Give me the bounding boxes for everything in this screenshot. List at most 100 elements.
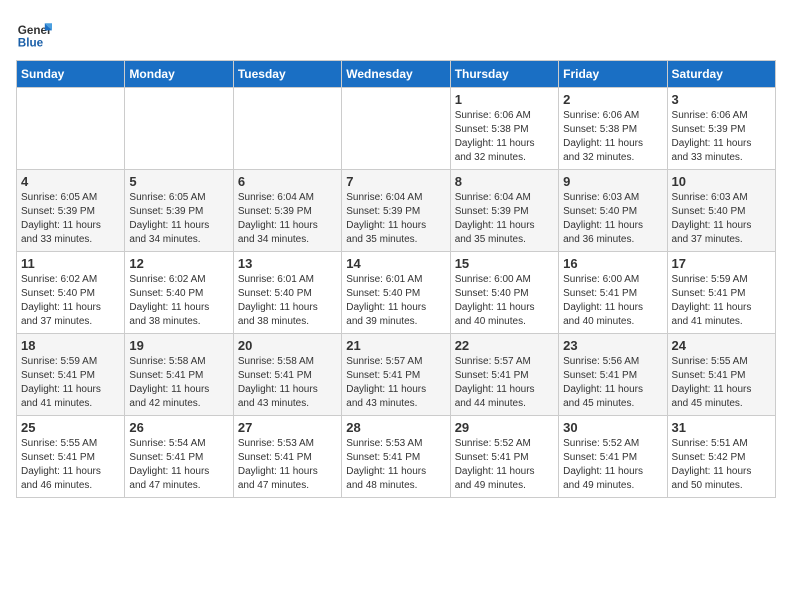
calendar-cell: 26 Sunrise: 5:54 AM Sunset: 5:41 PM Dayli… xyxy=(125,416,233,498)
calendar-cell: 22 Sunrise: 5:57 AM Sunset: 5:41 PM Dayli… xyxy=(450,334,558,416)
day-number: 29 xyxy=(455,420,554,435)
day-number: 22 xyxy=(455,338,554,353)
weekday-header: Thursday xyxy=(450,61,558,88)
calendar-cell: 21 Sunrise: 5:57 AM Sunset: 5:41 PM Dayli… xyxy=(342,334,450,416)
day-info: Sunrise: 6:05 AM Sunset: 5:39 PM Dayligh… xyxy=(21,191,120,247)
day-info: Sunrise: 6:03 AM Sunset: 5:40 PM Dayligh… xyxy=(672,191,771,247)
day-number: 30 xyxy=(563,420,662,435)
day-number: 28 xyxy=(346,420,445,435)
day-number: 21 xyxy=(346,338,445,353)
svg-text:Blue: Blue xyxy=(18,37,44,50)
day-info: Sunrise: 5:51 AM Sunset: 5:42 PM Dayligh… xyxy=(672,437,771,493)
calendar-cell: 17 Sunrise: 5:59 AM Sunset: 5:41 PM Dayli… xyxy=(667,252,775,334)
day-info: Sunrise: 5:59 AM Sunset: 5:41 PM Dayligh… xyxy=(672,273,771,329)
day-number: 16 xyxy=(563,256,662,271)
day-number: 20 xyxy=(238,338,337,353)
day-number: 13 xyxy=(238,256,337,271)
day-number: 6 xyxy=(238,174,337,189)
day-info: Sunrise: 5:52 AM Sunset: 5:41 PM Dayligh… xyxy=(455,437,554,493)
day-info: Sunrise: 6:02 AM Sunset: 5:40 PM Dayligh… xyxy=(21,273,120,329)
day-number: 12 xyxy=(129,256,228,271)
logo: General Blue xyxy=(16,16,52,52)
calendar-cell: 28Sunrise: 5:53 AM Sunset: 5:41 PM Dayli… xyxy=(342,416,450,498)
day-info: Sunrise: 6:04 AM Sunset: 5:39 PM Dayligh… xyxy=(346,191,445,247)
day-number: 15 xyxy=(455,256,554,271)
day-info: Sunrise: 6:02 AM Sunset: 5:40 PM Dayligh… xyxy=(129,273,228,329)
calendar-cell: 27 Sunrise: 5:53 AM Sunset: 5:41 PM Dayli… xyxy=(233,416,341,498)
day-info: Sunrise: 6:00 AM Sunset: 5:40 PM Dayligh… xyxy=(455,273,554,329)
calendar-cell: 15 Sunrise: 6:00 AM Sunset: 5:40 PM Dayli… xyxy=(450,252,558,334)
logo-icon: General Blue xyxy=(16,16,52,52)
calendar-cell: 13 Sunrise: 6:01 AM Sunset: 5:40 PM Dayli… xyxy=(233,252,341,334)
calendar-cell: 5 Sunrise: 6:05 AM Sunset: 5:39 PM Daylig… xyxy=(125,170,233,252)
day-number: 5 xyxy=(129,174,228,189)
calendar-cell: 30Sunrise: 5:52 AM Sunset: 5:41 PM Dayli… xyxy=(559,416,667,498)
day-number: 2 xyxy=(563,92,662,107)
day-info: Sunrise: 5:58 AM Sunset: 5:41 PM Dayligh… xyxy=(238,355,337,411)
day-info: Sunrise: 6:03 AM Sunset: 5:40 PM Dayligh… xyxy=(563,191,662,247)
day-info: Sunrise: 5:57 AM Sunset: 5:41 PM Dayligh… xyxy=(346,355,445,411)
calendar-cell xyxy=(125,88,233,170)
calendar-cell: 4 Sunrise: 6:05 AM Sunset: 5:39 PM Daylig… xyxy=(17,170,125,252)
weekday-header: Tuesday xyxy=(233,61,341,88)
day-number: 24 xyxy=(672,338,771,353)
calendar-cell: 1 Sunrise: 6:06 AM Sunset: 5:38 PM Daylig… xyxy=(450,88,558,170)
day-number: 9 xyxy=(563,174,662,189)
day-number: 1 xyxy=(455,92,554,107)
day-number: 10 xyxy=(672,174,771,189)
day-number: 23 xyxy=(563,338,662,353)
calendar-cell: 9 Sunrise: 6:03 AM Sunset: 5:40 PM Daylig… xyxy=(559,170,667,252)
day-number: 4 xyxy=(21,174,120,189)
calendar-cell: 14 Sunrise: 6:01 AM Sunset: 5:40 PM Dayli… xyxy=(342,252,450,334)
weekday-header: Wednesday xyxy=(342,61,450,88)
calendar-cell: 18 Sunrise: 5:59 AM Sunset: 5:41 PM Dayli… xyxy=(17,334,125,416)
day-number: 26 xyxy=(129,420,228,435)
calendar-table: SundayMondayTuesdayWednesdayThursdayFrid… xyxy=(16,60,776,498)
day-number: 25 xyxy=(21,420,120,435)
day-info: Sunrise: 5:57 AM Sunset: 5:41 PM Dayligh… xyxy=(455,355,554,411)
calendar-cell: 12 Sunrise: 6:02 AM Sunset: 5:40 PM Dayli… xyxy=(125,252,233,334)
day-info: Sunrise: 5:58 AM Sunset: 5:41 PM Dayligh… xyxy=(129,355,228,411)
day-info: Sunrise: 5:59 AM Sunset: 5:41 PM Dayligh… xyxy=(21,355,120,411)
day-info: Sunrise: 6:01 AM Sunset: 5:40 PM Dayligh… xyxy=(346,273,445,329)
day-info: Sunrise: 6:06 AM Sunset: 5:38 PM Dayligh… xyxy=(563,109,662,165)
day-number: 14 xyxy=(346,256,445,271)
calendar-cell: 7 Sunrise: 6:04 AM Sunset: 5:39 PM Daylig… xyxy=(342,170,450,252)
weekday-header: Friday xyxy=(559,61,667,88)
calendar-cell xyxy=(342,88,450,170)
day-number: 19 xyxy=(129,338,228,353)
calendar-cell: 3Sunrise: 6:06 AM Sunset: 5:39 PM Daylig… xyxy=(667,88,775,170)
calendar-cell: 10 Sunrise: 6:03 AM Sunset: 5:40 PM Dayli… xyxy=(667,170,775,252)
calendar-cell: 19 Sunrise: 5:58 AM Sunset: 5:41 PM Dayli… xyxy=(125,334,233,416)
day-info: Sunrise: 6:00 AM Sunset: 5:41 PM Dayligh… xyxy=(563,273,662,329)
calendar-cell: 8 Sunrise: 6:04 AM Sunset: 5:39 PM Daylig… xyxy=(450,170,558,252)
day-info: Sunrise: 6:05 AM Sunset: 5:39 PM Dayligh… xyxy=(129,191,228,247)
calendar-cell: 29 Sunrise: 5:52 AM Sunset: 5:41 PM Dayli… xyxy=(450,416,558,498)
calendar-cell: 23 Sunrise: 5:56 AM Sunset: 5:41 PM Dayli… xyxy=(559,334,667,416)
page-header: General Blue xyxy=(16,16,776,52)
calendar-cell xyxy=(17,88,125,170)
day-info: Sunrise: 6:04 AM Sunset: 5:39 PM Dayligh… xyxy=(455,191,554,247)
calendar-cell: 31 Sunrise: 5:51 AM Sunset: 5:42 PM Dayli… xyxy=(667,416,775,498)
calendar-cell: 6Sunrise: 6:04 AM Sunset: 5:39 PM Daylig… xyxy=(233,170,341,252)
calendar-cell: 20 Sunrise: 5:58 AM Sunset: 5:41 PM Dayli… xyxy=(233,334,341,416)
day-info: Sunrise: 6:01 AM Sunset: 5:40 PM Dayligh… xyxy=(238,273,337,329)
day-number: 31 xyxy=(672,420,771,435)
day-info: Sunrise: 5:55 AM Sunset: 5:41 PM Dayligh… xyxy=(21,437,120,493)
day-info: Sunrise: 5:53 AM Sunset: 5:41 PM Dayligh… xyxy=(238,437,337,493)
day-number: 18 xyxy=(21,338,120,353)
weekday-header: Sunday xyxy=(17,61,125,88)
calendar-cell xyxy=(233,88,341,170)
day-info: Sunrise: 5:54 AM Sunset: 5:41 PM Dayligh… xyxy=(129,437,228,493)
calendar-cell: 11Sunrise: 6:02 AM Sunset: 5:40 PM Dayli… xyxy=(17,252,125,334)
calendar-cell: 24Sunrise: 5:55 AM Sunset: 5:41 PM Dayli… xyxy=(667,334,775,416)
calendar-cell: 16 Sunrise: 6:00 AM Sunset: 5:41 PM Dayli… xyxy=(559,252,667,334)
day-number: 7 xyxy=(346,174,445,189)
day-number: 8 xyxy=(455,174,554,189)
day-info: Sunrise: 5:56 AM Sunset: 5:41 PM Dayligh… xyxy=(563,355,662,411)
calendar-cell: 2 Sunrise: 6:06 AM Sunset: 5:38 PM Daylig… xyxy=(559,88,667,170)
day-info: Sunrise: 6:06 AM Sunset: 5:38 PM Dayligh… xyxy=(455,109,554,165)
day-number: 17 xyxy=(672,256,771,271)
day-number: 3 xyxy=(672,92,771,107)
day-number: 27 xyxy=(238,420,337,435)
